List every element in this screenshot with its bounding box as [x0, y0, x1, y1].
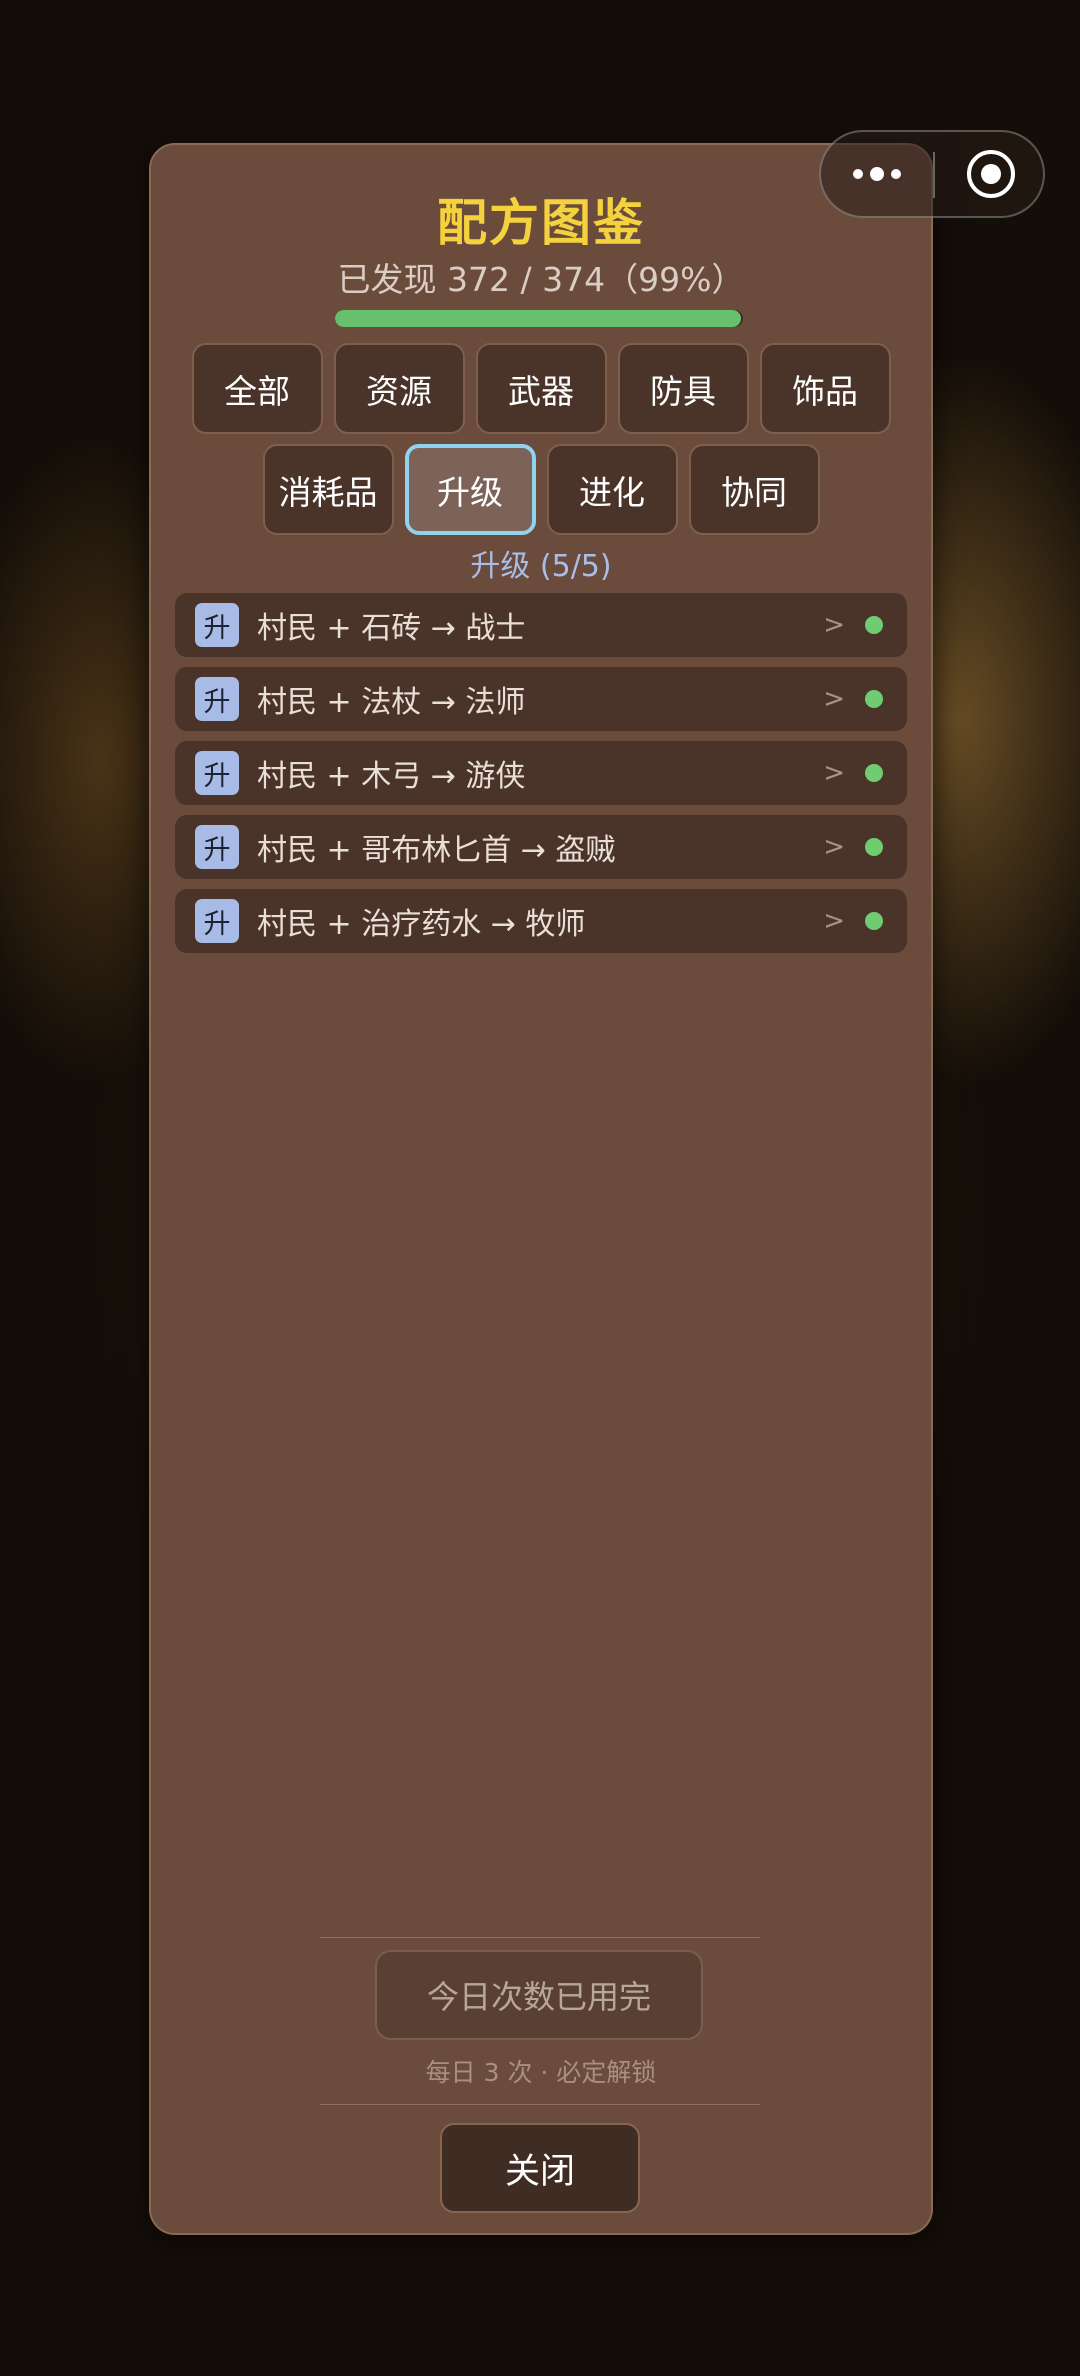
upgrade-badge-icon: 升	[195, 603, 239, 647]
recipe-text: 村民 + 石砖 → 战士	[257, 611, 526, 646]
recipe-list: 升 村民 + 石砖 → 战士 > 升 村民 + 法杖 → 法师 > 升 村民 +…	[175, 593, 907, 963]
tab-evolution[interactable]: 进化	[546, 444, 678, 535]
chevron-right-icon: >	[823, 906, 845, 936]
discovery-progress-fill	[335, 310, 741, 327]
chevron-right-icon: >	[823, 610, 845, 640]
tab-consumables[interactable]: 消耗品	[262, 444, 394, 535]
recipe-item[interactable]: 升 村民 + 哥布林匕首 → 盗贼 >	[175, 815, 907, 879]
divider	[320, 1937, 760, 1938]
recipe-text: 村民 + 哥布林匕首 → 盗贼	[257, 833, 616, 868]
recipe-item[interactable]: 升 村民 + 石砖 → 战士 >	[175, 593, 907, 657]
recipe-text: 村民 + 治疗药水 → 牧师	[257, 907, 586, 942]
recipe-item[interactable]: 升 村民 + 法杖 → 法师 >	[175, 667, 907, 731]
upgrade-badge-icon: 升	[195, 825, 239, 869]
panel-title: 配方图鉴	[437, 194, 645, 252]
discovered-status-dot	[865, 690, 883, 708]
close-button[interactable]: 关闭	[440, 2123, 640, 2213]
category-tabs-row-1: 全部 资源 武器 防具 饰品	[151, 343, 931, 434]
upgrade-badge-icon: 升	[195, 751, 239, 795]
recipe-item[interactable]: 升 村民 + 木弓 → 游侠 >	[175, 741, 907, 805]
miniprogram-capsule	[819, 130, 1045, 218]
chevron-right-icon: >	[823, 684, 845, 714]
daily-quota-button[interactable]: 今日次数已用完	[375, 1950, 703, 2040]
discovery-progress-text: 已发现 372 / 374（99%）	[337, 260, 745, 299]
discovered-status-dot	[865, 764, 883, 782]
upgrade-badge-icon: 升	[195, 677, 239, 721]
tab-all[interactable]: 全部	[191, 343, 323, 434]
section-label: 升级 (5/5)	[470, 549, 612, 584]
chevron-right-icon: >	[823, 832, 845, 862]
discovered-status-dot	[865, 912, 883, 930]
daily-quota-note: 每日 3 次 · 必定解锁	[425, 2058, 657, 2087]
tab-accessories[interactable]: 饰品	[759, 343, 891, 434]
discovered-status-dot	[865, 838, 883, 856]
upgrade-badge-icon: 升	[195, 899, 239, 943]
tab-weapons[interactable]: 武器	[475, 343, 607, 434]
recipe-item[interactable]: 升 村民 + 治疗药水 → 牧师 >	[175, 889, 907, 953]
category-tabs-row-2: 消耗品 升级 进化 协同	[151, 444, 931, 535]
recipe-text: 村民 + 法杖 → 法师	[257, 685, 526, 720]
discovery-progress-bar	[335, 310, 743, 327]
more-dots-icon[interactable]	[821, 132, 933, 216]
discovered-status-dot	[865, 616, 883, 634]
capsule-divider	[933, 152, 935, 198]
divider	[320, 2104, 760, 2105]
tab-synergy[interactable]: 协同	[688, 444, 820, 535]
tab-upgrade[interactable]: 升级	[404, 444, 536, 535]
target-circle-icon[interactable]	[967, 150, 1015, 198]
tab-armor[interactable]: 防具	[617, 343, 749, 434]
tab-resources[interactable]: 资源	[333, 343, 465, 434]
recipe-compendium-panel: 配方图鉴 已发现 372 / 374（99%） 全部 资源 武器 防具 饰品 消…	[149, 143, 933, 2235]
chevron-right-icon: >	[823, 758, 845, 788]
recipe-text: 村民 + 木弓 → 游侠	[257, 759, 526, 794]
